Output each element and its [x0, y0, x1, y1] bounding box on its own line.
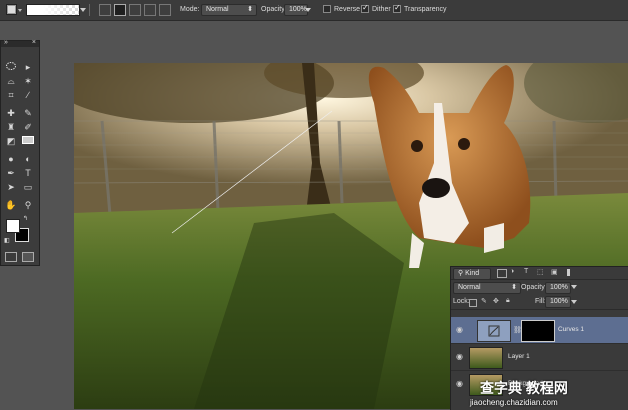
fill-value: 100%	[550, 298, 568, 305]
watermark-url: jiaocheng.chazidian.com	[470, 398, 558, 407]
eye-icon[interactable]: ◉	[455, 352, 464, 361]
blur-icon[interactable]: ●	[4, 153, 18, 165]
watermark-logo: 查字典 教程网	[480, 380, 568, 396]
collapse-icon[interactable]: »	[4, 39, 8, 46]
magic-wand-icon[interactable]: ✶	[21, 75, 35, 87]
transparency-checkbox-box[interactable]	[393, 5, 401, 14]
path-selection-icon[interactable]: ➤	[4, 181, 18, 193]
divider	[89, 4, 90, 16]
opacity-label: Opacity:	[261, 6, 287, 13]
foreground-color-swatch[interactable]	[6, 219, 20, 233]
zoom-icon[interactable]: ⚲	[21, 199, 35, 211]
diamond-gradient-button[interactable]	[159, 4, 171, 16]
fill-chevron-icon[interactable]	[571, 298, 577, 308]
type-icon[interactable]: T	[21, 167, 35, 179]
screen-mode-icon[interactable]	[22, 252, 34, 262]
clone-stamp-icon[interactable]: ♜	[4, 121, 18, 133]
search-icon: ⚲	[458, 270, 464, 277]
layer-name[interactable]: Layer 1	[508, 353, 530, 360]
layer-opacity-input[interactable]: 100%	[545, 282, 571, 294]
reverse-checkbox[interactable]: Reverse	[323, 4, 360, 15]
fill-input[interactable]: 100%	[545, 296, 571, 308]
dither-label: Dither	[372, 6, 391, 13]
pen-icon[interactable]: ✒	[4, 167, 18, 179]
chevron-down-icon: ⬍	[247, 6, 253, 13]
mode-select[interactable]: Normal ⬍	[201, 4, 257, 16]
reverse-label: Reverse	[334, 6, 361, 13]
lasso-icon[interactable]: ⌓	[4, 75, 18, 87]
radial-gradient-button[interactable]	[114, 4, 126, 16]
brush-icon[interactable]: ✎	[21, 107, 35, 119]
dither-checkbox-box[interactable]	[361, 5, 369, 14]
angle-gradient-button[interactable]	[129, 4, 141, 16]
lock-row: Lock: ✎ ✥ 🔒︎ Fill: 100%	[451, 295, 628, 310]
adjustment-filter-icon[interactable]: ◑	[510, 268, 514, 275]
linear-gradient-button[interactable]	[99, 4, 111, 16]
lock-all-icon[interactable]: 🔒︎	[506, 297, 510, 305]
curves-adjustment-thumbnail	[477, 320, 511, 342]
marquee-icon[interactable]	[4, 61, 18, 73]
eye-icon[interactable]: ◉	[455, 325, 464, 334]
layer-mask-thumbnail[interactable]	[521, 320, 555, 342]
type-filter-icon[interactable]: T	[524, 268, 528, 275]
lock-label: Lock:	[453, 298, 470, 305]
layer-filter-row: ⚲ Kind ◑ T ⬚ ▣	[451, 267, 628, 280]
move-icon[interactable]: ▸	[21, 61, 35, 73]
dodge-icon[interactable]: ◐	[21, 153, 35, 165]
transparency-checkbox[interactable]: Transparency	[393, 4, 447, 15]
history-brush-icon[interactable]: ✐	[21, 121, 35, 133]
blend-row: Normal ⬍ Opacity: 100%	[451, 281, 628, 294]
layer-name[interactable]: Curves 1	[558, 326, 584, 333]
rectangle-shape-icon[interactable]: ▭	[21, 181, 35, 193]
layer-opacity-value: 100%	[550, 284, 568, 291]
gradient-tool-preset-icon[interactable]	[6, 4, 22, 15]
blend-mode-value: Normal	[458, 284, 481, 291]
layer-thumbnail	[469, 347, 503, 369]
layer-row-curves-1[interactable]: ◉ ⛓ Curves 1	[451, 317, 628, 344]
kind-filter-label: Kind	[465, 270, 480, 277]
gradient-icon[interactable]	[21, 135, 35, 147]
dither-checkbox[interactable]: Dither	[361, 4, 391, 15]
eraser-icon[interactable]: ◩	[4, 135, 18, 147]
default-colors-icon[interactable]: ◧	[4, 237, 10, 244]
swap-colors-icon[interactable]: ↰	[23, 215, 28, 222]
lock-position-icon[interactable]: ✥	[493, 297, 499, 305]
reverse-checkbox-box[interactable]	[323, 5, 331, 14]
watermark: 查字典 教程网 jiaocheng.chazidian.com	[450, 376, 628, 409]
options-bar: Mode: Normal ⬍ Opacity: 100% Reverse Dit…	[0, 0, 628, 21]
reflected-gradient-button[interactable]	[144, 4, 156, 16]
eyedropper-icon[interactable]: ∕	[21, 89, 35, 101]
gradient-picker[interactable]	[26, 4, 80, 16]
hand-icon[interactable]: ✋	[4, 199, 18, 211]
crop-icon[interactable]: ⌗	[4, 89, 18, 101]
lock-transparent-icon[interactable]	[469, 299, 477, 307]
quick-mask-icon[interactable]	[5, 252, 17, 262]
tools-panel-header[interactable]: » ×	[1, 39, 39, 47]
kind-filter-select[interactable]: ⚲ Kind	[453, 268, 491, 280]
mode-label: Mode:	[180, 6, 200, 13]
mode-value: Normal	[206, 6, 229, 13]
filter-toggle-icon[interactable]	[567, 269, 570, 276]
healing-brush-icon[interactable]: ✚	[4, 107, 18, 119]
transparency-label: Transparency	[404, 6, 447, 13]
tools-panel: » × ▸ ⌓ ✶ ⌗ ∕ ✚ ✎ ♜ ✐ ◩ ● ◐ ✒ T ➤ ▭ ✋ ⚲ …	[0, 39, 40, 266]
smart-object-filter-icon[interactable]: ▣	[551, 268, 558, 276]
lock-pixels-icon[interactable]: ✎	[481, 297, 487, 305]
layer-opacity-chevron-icon[interactable]	[571, 283, 577, 293]
gradient-picker-chevron-icon[interactable]	[80, 4, 86, 15]
close-icon[interactable]: ×	[32, 39, 36, 46]
pixel-filter-icon[interactable]	[497, 269, 507, 278]
chevron-down-icon: ⬍	[511, 284, 517, 291]
layer-row-layer-1[interactable]: ◉ Layer 1	[451, 344, 628, 371]
layer-opacity-label: Opacity:	[521, 284, 547, 291]
shape-filter-icon[interactable]: ⬚	[537, 268, 544, 276]
blend-mode-select[interactable]: Normal ⬍	[453, 282, 521, 294]
opacity-chevron-icon[interactable]	[305, 4, 311, 15]
